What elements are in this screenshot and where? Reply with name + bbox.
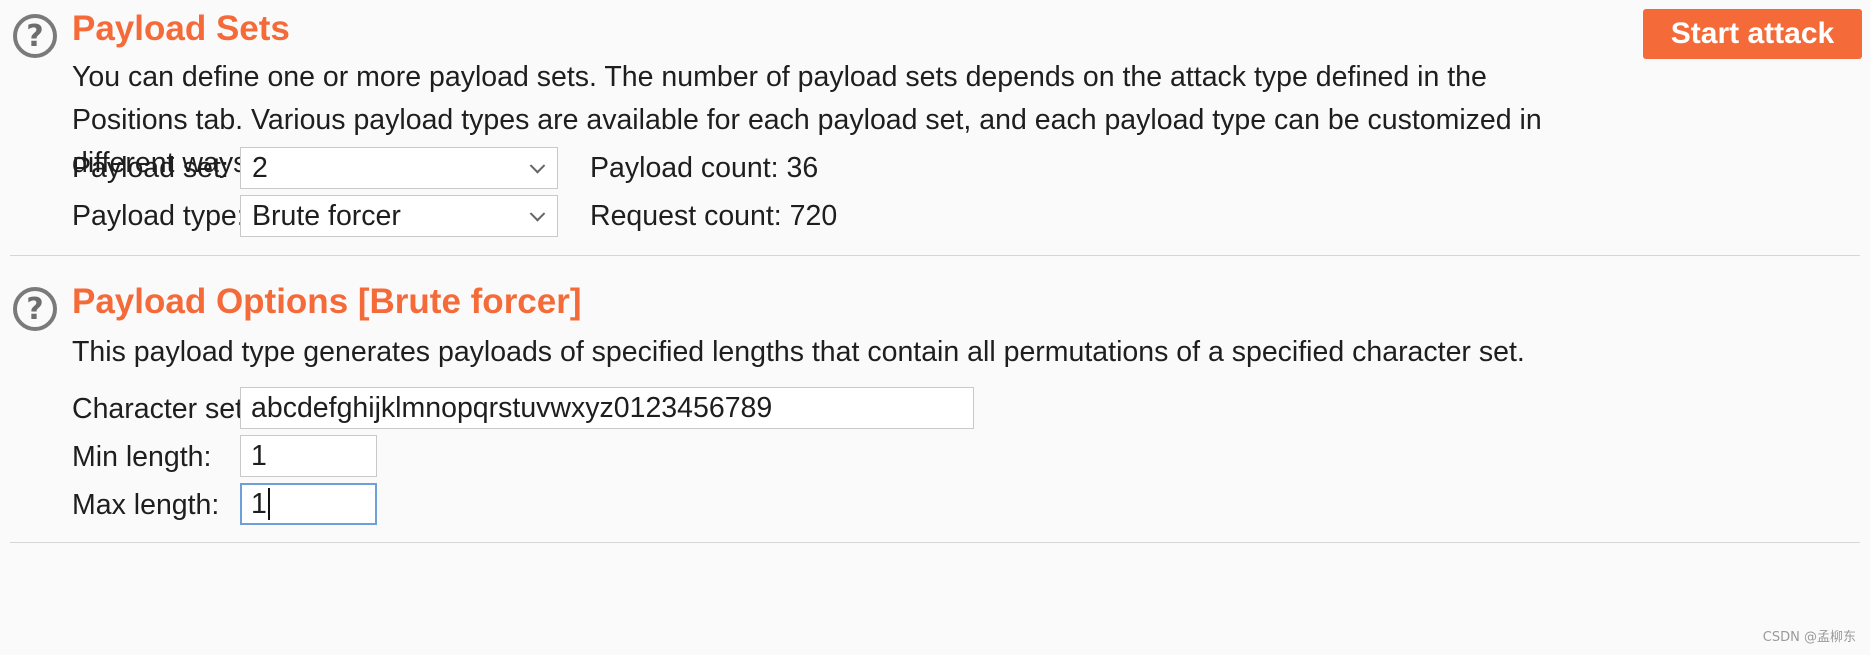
chevron-down-icon	[529, 158, 546, 174]
min-length-label: Min length:	[72, 441, 212, 473]
payload-options-title: Payload Options [Brute forcer]	[72, 282, 582, 321]
payload-count: Payload count: 36	[590, 152, 819, 184]
payload-set-value: 2	[252, 151, 268, 184]
help-icon-glyph: ?	[26, 18, 44, 54]
help-icon[interactable]: ?	[13, 287, 57, 331]
start-attack-button[interactable]: Start attack	[1643, 9, 1862, 59]
help-icon-glyph: ?	[26, 291, 44, 327]
payload-set-select[interactable]: 2	[240, 147, 558, 189]
payload-options-description: This payload type generates payloads of …	[72, 336, 1525, 368]
payload-type-select[interactable]: Brute forcer	[240, 195, 558, 237]
text-caret	[267, 488, 270, 520]
section-divider	[10, 542, 1860, 543]
max-length-input[interactable]: 1	[240, 483, 377, 525]
watermark: CSDN @孟柳东	[1762, 630, 1856, 645]
character-set-value: abcdefghijklmnopqrstuvwxyz0123456789	[251, 391, 773, 424]
max-length-value: 1	[251, 487, 267, 520]
max-length-label: Max length:	[72, 489, 220, 521]
min-length-input[interactable]: 1	[240, 435, 377, 477]
chevron-down-icon	[529, 206, 546, 222]
min-length-value: 1	[251, 439, 267, 472]
help-icon[interactable]: ?	[13, 14, 57, 58]
payload-set-label: Payload set:	[72, 152, 229, 184]
section-divider	[10, 255, 1860, 256]
payload-type-value: Brute forcer	[252, 199, 401, 232]
payload-sets-title: Payload Sets	[72, 9, 290, 48]
request-count: Request count: 720	[590, 200, 838, 232]
character-set-input[interactable]: abcdefghijklmnopqrstuvwxyz0123456789	[240, 387, 974, 429]
character-set-label: Character set:	[72, 393, 251, 425]
payload-type-label: Payload type:	[72, 200, 245, 232]
